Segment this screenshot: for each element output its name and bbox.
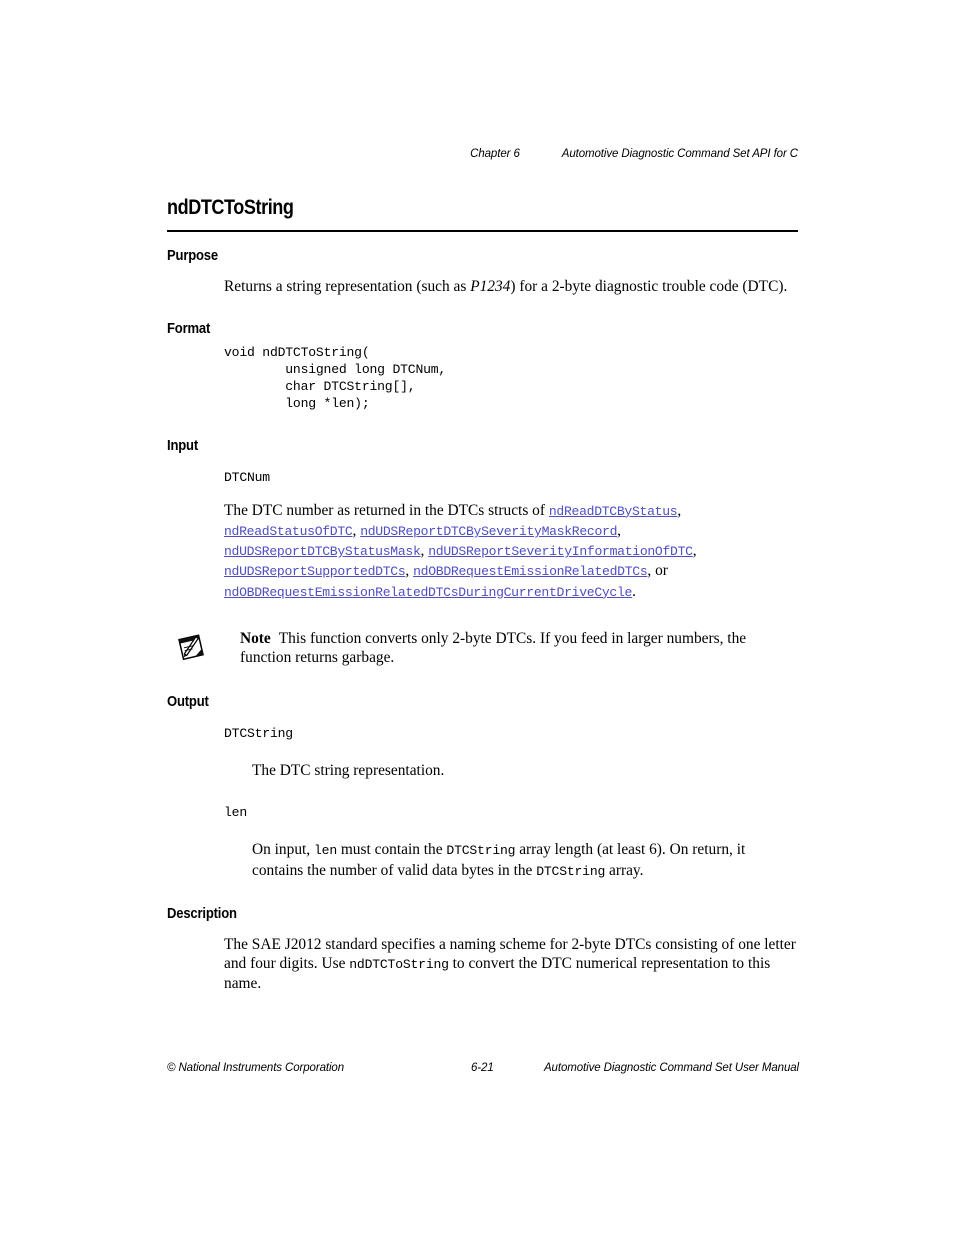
note-callout: Note This function converts only 2-byte D… [0,629,954,667]
heading-purpose: Purpose [167,248,218,264]
footer-manual-title: Automotive Diagnostic Command Set User M… [543,1062,799,1074]
output-param-name-len: len [224,805,247,821]
heading-description: Description [167,905,237,922]
format-code-block: void ndDTCToString( unsigned long DTCNum… [224,345,447,411]
section-format: Format void ndDTCToString( unsigned long… [0,321,954,413]
output-param-desc-dtcstring: The DTC string representation. [252,762,445,780]
purpose-paragraph: Returns a string representation (such as… [224,277,799,296]
note-label: Note [240,629,271,647]
section-description: Description The SAE J2012 standard speci… [0,906,954,994]
section-input: Input DTCNum The DTC number as returned … [0,438,954,602]
purpose-italic-example: P1234 [470,278,511,295]
purpose-text-after: ) for a 2-byte diagnostic trouble code (… [510,278,788,295]
input-terminator: . [632,582,636,600]
note-text-container: Note This function converts only 2-byte D… [240,629,798,667]
page-title: ndDTCToString [167,196,294,219]
document-page: Chapter 6 Automotive Diagnostic Command S… [0,0,954,1235]
xref-ndUDSReportDTCBySeverityMaskRecord[interactable]: ndUDSReportDTCBySeverityMaskRecord [360,524,617,539]
input-description-lead: The DTC number as returned in the DTCs s… [224,501,549,519]
description-mono-1: ndDTCToString [349,957,449,973]
input-conjunction: or [655,562,668,580]
len-desc-mono-2: DTCString [446,843,516,859]
xref-ndUDSReportDTCByStatusMask[interactable]: ndUDSReportDTCByStatusMask [224,544,421,559]
xref-ndReadStatusOfDTC[interactable]: ndReadStatusOfDTC [224,524,353,539]
footer-page-number: 6-21 [471,1062,494,1074]
heading-input: Input [167,437,198,454]
header-chapter-title: Automotive Diagnostic Command Set API fo… [561,148,798,160]
note-pencil-notepad-icon [174,629,210,665]
xref-ndUDSReportSupportedDTCs[interactable]: ndUDSReportSupportedDTCs [224,564,406,579]
heading-output: Output [167,694,209,711]
xref-ndUDSReportSeverityInformationOfDTC[interactable]: ndUDSReportSeverityInformationOfDTC [428,544,693,559]
description-paragraph: The SAE J2012 standard specifies a namin… [224,935,799,994]
header-chapter-label: Chapter 6 [470,148,520,160]
output-param-desc-len: On input, len must contain the DTCString… [252,840,799,880]
section-output: Output DTCString The DTC string represen… [0,694,954,881]
heading-format: Format [167,321,211,338]
document-content: Purpose Returns a string representation … [0,248,954,993]
purpose-text-before: Returns a string representation (such as [224,278,471,295]
footer-copyright: © National Instruments Corporation [167,1062,345,1074]
len-desc-part-2: must contain the [336,841,447,859]
len-desc-part-4: array. [605,861,644,879]
len-desc-part-1: On input, [252,841,314,859]
xref-ndReadDTCByStatus[interactable]: ndReadDTCByStatus [549,504,678,519]
running-header: Chapter 6 Automotive Diagnostic Command S… [167,148,798,160]
title-rule [167,230,798,232]
input-param-name: DTCNum [224,469,270,485]
xref-ndOBDRequestEmissionRelatedDTCsDuringCurrentDriveCycle[interactable]: ndOBDRequestEmissionRelatedDTCsDuringCur… [224,585,632,600]
page-footer: © National Instruments Corporation 6-21 … [167,1062,799,1078]
len-desc-mono-3: DTCString [536,863,606,879]
input-description: The DTC number as returned in the DTCs s… [224,501,697,600]
output-param-name-dtcstring: DTCString [224,726,293,742]
len-desc-mono-1: len [314,843,337,859]
section-purpose: Purpose Returns a string representation … [0,248,954,296]
note-text: This function converts only 2-byte DTCs.… [240,629,747,667]
xref-ndOBDRequestEmissionRelatedDTCs[interactable]: ndOBDRequestEmissionRelatedDTCs [413,564,648,579]
